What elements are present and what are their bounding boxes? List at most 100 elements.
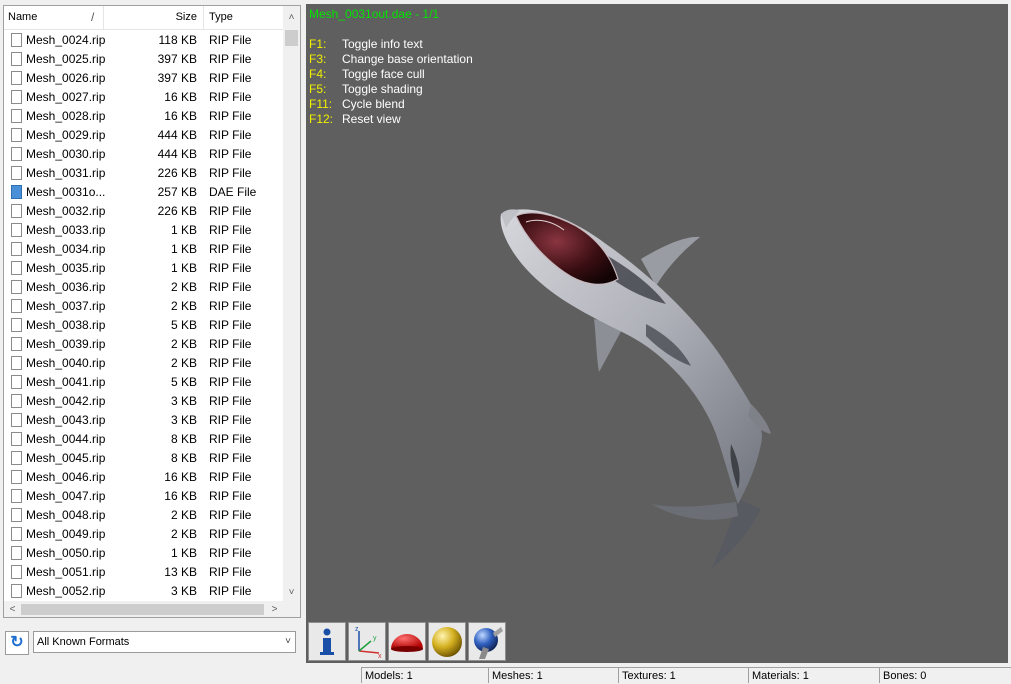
file-type: RIP File (209, 299, 252, 313)
hotkey-line: F12: Reset view (309, 112, 401, 126)
vertical-scroll-thumb[interactable] (285, 30, 298, 46)
file-row[interactable]: Mesh_0033.rip 1 KB RIP File (4, 221, 283, 240)
file-icon (11, 489, 22, 503)
file-row[interactable]: Mesh_0043.rip 3 KB RIP File (4, 411, 283, 430)
file-row[interactable]: Mesh_0051.rip 13 KB RIP File (4, 563, 283, 582)
file-icon (11, 166, 22, 180)
file-row[interactable]: Mesh_0025.rip 397 KB RIP File (4, 50, 283, 69)
file-icon (11, 413, 22, 427)
file-row[interactable]: Mesh_0039.rip 2 KB RIP File (4, 335, 283, 354)
file-row[interactable]: Mesh_0047.rip 16 KB RIP File (4, 487, 283, 506)
file-name: Mesh_0045.rip (26, 451, 106, 465)
file-size: 257 KB (157, 185, 197, 199)
file-row[interactable]: Mesh_0027.rip 16 KB RIP File (4, 88, 283, 107)
hotkey-key: F5: (309, 82, 327, 96)
file-icon (11, 242, 22, 256)
hotkey-desc: Toggle shading (342, 82, 423, 96)
axes-button[interactable]: z y x (348, 622, 386, 661)
status-meshes: Meshes: 1 (488, 667, 618, 683)
status-materials: Materials: 1 (748, 667, 879, 683)
info-button[interactable] (308, 622, 346, 661)
hotkey-key: F11: (309, 97, 333, 111)
file-row[interactable]: Mesh_0031o... 257 KB DAE File (4, 183, 283, 202)
file-row[interactable]: Mesh_0026.rip 397 KB RIP File (4, 69, 283, 88)
file-row[interactable]: Mesh_0045.rip 8 KB RIP File (4, 449, 283, 468)
hotkey-key: F3: (309, 52, 327, 66)
file-type: RIP File (209, 128, 252, 142)
file-row[interactable]: Mesh_0037.rip 2 KB RIP File (4, 297, 283, 316)
file-type: RIP File (209, 71, 252, 85)
refresh-button[interactable]: ↻ (5, 631, 29, 655)
file-row[interactable]: Mesh_0036.rip 2 KB RIP File (4, 278, 283, 297)
file-row[interactable]: Mesh_0052.rip 3 KB RIP File (4, 582, 283, 601)
file-row[interactable]: Mesh_0031.rip 226 KB RIP File (4, 164, 283, 183)
file-name: Mesh_0035.rip (26, 261, 106, 275)
file-row[interactable]: Mesh_0049.rip 2 KB RIP File (4, 525, 283, 544)
column-header-name[interactable]: Name / (8, 6, 104, 29)
hemisphere-button[interactable] (388, 622, 426, 661)
file-name: Mesh_0036.rip (26, 280, 106, 294)
hotkey-desc: Cycle blend (342, 97, 405, 111)
viewport-title: Mesh_0031out.dae - 1/1 (309, 7, 440, 21)
hotkey-line: F4: Toggle face cull (309, 67, 425, 81)
file-row[interactable]: Mesh_0038.rip 5 KB RIP File (4, 316, 283, 335)
column-header-type[interactable]: Type (205, 6, 283, 29)
file-name: Mesh_0048.rip (26, 508, 106, 522)
file-size: 16 KB (164, 109, 197, 123)
file-size: 13 KB (164, 565, 197, 579)
scroll-left-icon[interactable]: ˂ (4, 601, 21, 617)
file-icon (11, 565, 22, 579)
status-bar: Models: 1 Meshes: 1 Textures: 1 Material… (0, 665, 1011, 683)
file-row[interactable]: Mesh_0030.rip 444 KB RIP File (4, 145, 283, 164)
file-icon (11, 546, 22, 560)
file-row[interactable]: Mesh_0029.rip 444 KB RIP File (4, 126, 283, 145)
file-size: 2 KB (170, 337, 197, 351)
file-row[interactable]: Mesh_0050.rip 1 KB RIP File (4, 544, 283, 563)
file-size: 16 KB (164, 489, 197, 503)
file-type: RIP File (209, 375, 252, 389)
textured-sphere-button[interactable] (468, 622, 506, 661)
file-name: Mesh_0041.rip (26, 375, 106, 389)
file-row[interactable]: Mesh_0046.rip 16 KB RIP File (4, 468, 283, 487)
file-size: 397 KB (157, 71, 197, 85)
format-filter-select[interactable]: All Known Formats ˅ (33, 631, 296, 653)
file-row[interactable]: Mesh_0042.rip 3 KB RIP File (4, 392, 283, 411)
file-row[interactable]: Mesh_0032.rip 226 KB RIP File (4, 202, 283, 221)
file-name: Mesh_0043.rip (26, 413, 106, 427)
file-size: 8 KB (170, 432, 197, 446)
file-row[interactable]: Mesh_0024.rip 118 KB RIP File (4, 31, 283, 50)
file-size: 5 KB (170, 375, 197, 389)
file-icon (11, 223, 22, 237)
file-row[interactable]: Mesh_0028.rip 16 KB RIP File (4, 107, 283, 126)
file-row[interactable]: Mesh_0044.rip 8 KB RIP File (4, 430, 283, 449)
file-row[interactable]: Mesh_0034.rip 1 KB RIP File (4, 240, 283, 259)
model-viewport[interactable]: Mesh_0031out.dae - 1/1 F1: Toggle info te… (306, 4, 1008, 663)
file-list-panel: Name / Size Type Mesh_0024.rip 118 KB RIP … (3, 5, 301, 618)
file-size: 3 KB (170, 584, 197, 598)
file-row[interactable]: Mesh_0040.rip 2 KB RIP File (4, 354, 283, 373)
file-icon (11, 71, 22, 85)
scroll-down-icon[interactable]: ˅ (283, 584, 300, 601)
file-name: Mesh_0028.rip (26, 109, 106, 123)
file-size: 226 KB (157, 204, 197, 218)
file-icon (11, 299, 22, 313)
textured-sphere-icon (474, 627, 503, 659)
horizontal-scrollbar[interactable]: ˂ ˃ (4, 601, 300, 617)
scroll-up-icon[interactable]: ˄ (283, 9, 300, 26)
file-name: Mesh_0047.rip (26, 489, 106, 503)
column-header-size[interactable]: Size (104, 6, 204, 29)
file-row[interactable]: Mesh_0048.rip 2 KB RIP File (4, 506, 283, 525)
file-name: Mesh_0050.rip (26, 546, 106, 560)
shaded-sphere-button[interactable] (428, 622, 466, 661)
vertical-scrollbar[interactable]: ˄ ˅ (283, 6, 300, 601)
column-header-name-label: Name (8, 11, 38, 23)
hotkey-desc: Toggle face cull (342, 67, 425, 81)
file-row[interactable]: Mesh_0041.rip 5 KB RIP File (4, 373, 283, 392)
file-icon (11, 52, 22, 66)
file-size: 118 KB (158, 33, 197, 47)
file-row[interactable]: Mesh_0035.rip 1 KB RIP File (4, 259, 283, 278)
file-size: 1 KB (170, 223, 197, 237)
horizontal-scroll-thumb[interactable] (21, 604, 264, 615)
scroll-right-icon[interactable]: ˃ (266, 601, 283, 617)
hotkey-key: F4: (309, 67, 327, 81)
